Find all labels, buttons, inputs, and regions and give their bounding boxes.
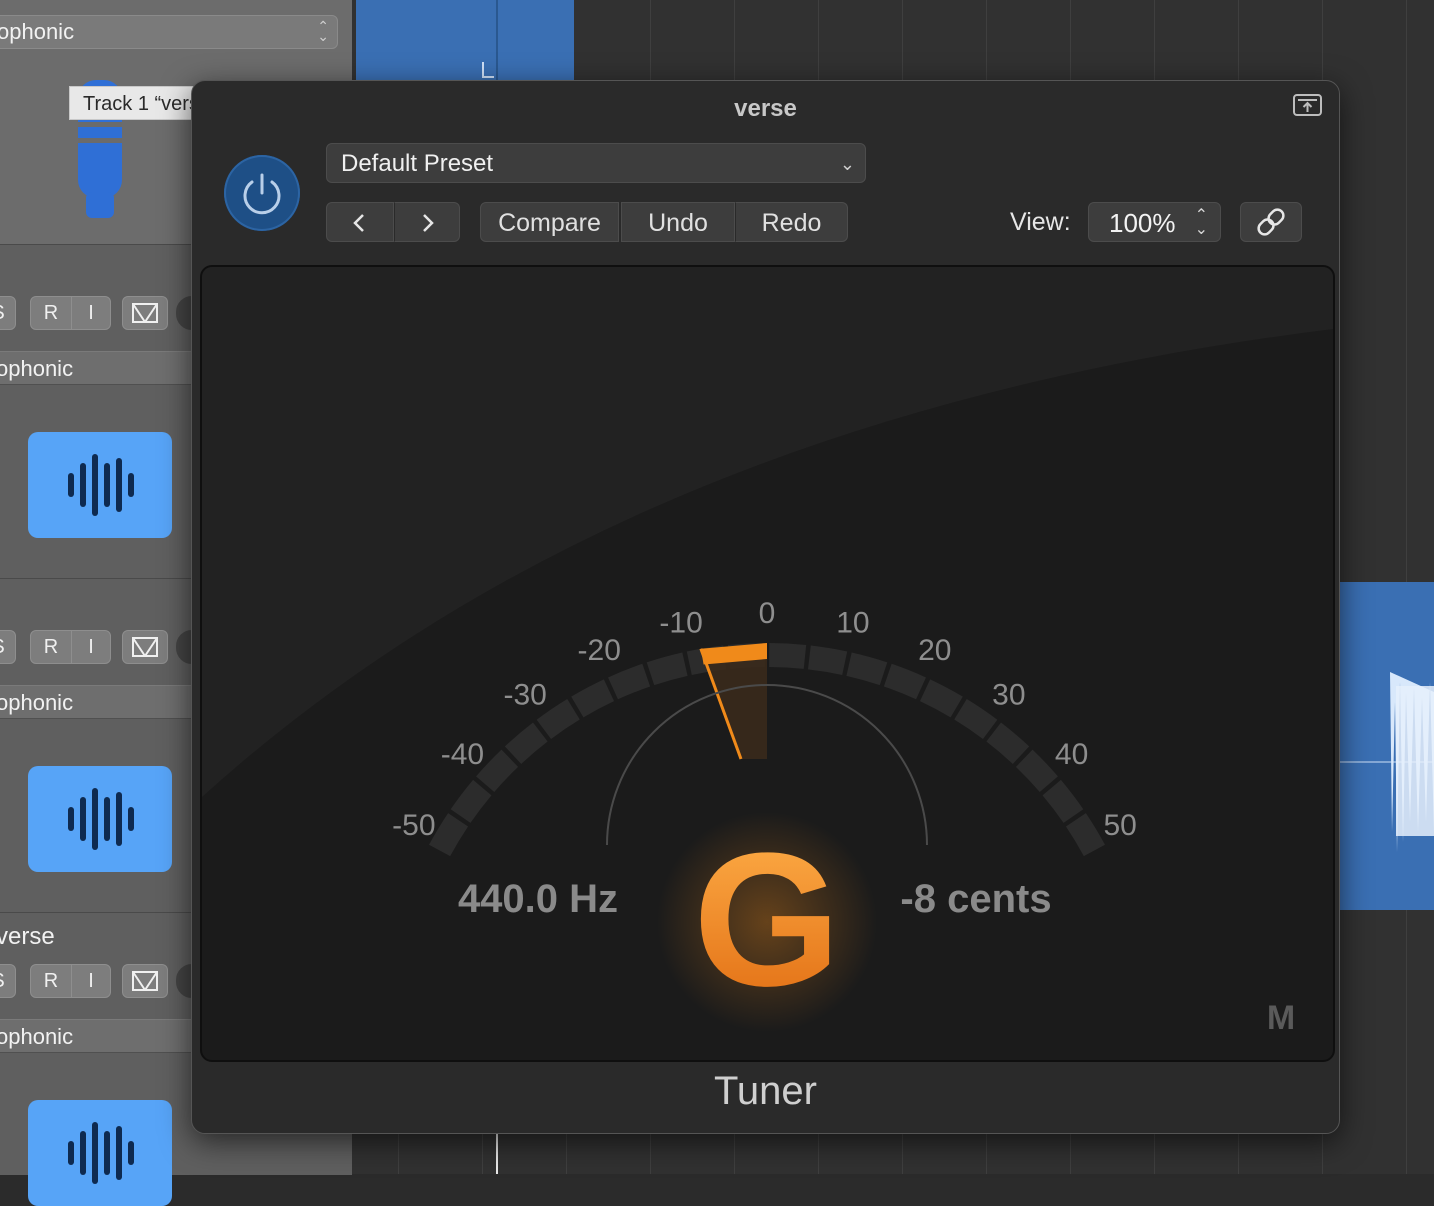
cents-readout: -8 cents	[900, 877, 1051, 921]
scale-segment	[571, 679, 614, 717]
scale-label: 20	[918, 634, 951, 667]
scale-segment	[846, 652, 887, 685]
record-enable-button[interactable]: R	[30, 630, 72, 664]
needle	[701, 643, 767, 759]
previous-preset-button[interactable]	[326, 202, 394, 242]
region-loop-marker	[482, 62, 494, 78]
input-monitor-button[interactable]: I	[71, 630, 111, 664]
scale-segment	[451, 780, 492, 823]
audio-region[interactable]	[1340, 582, 1434, 910]
scale-segment	[769, 643, 806, 669]
freeze-button[interactable]	[122, 964, 168, 998]
mode-badge[interactable]: M	[1267, 999, 1295, 1037]
view-zoom-value: 100%	[1109, 208, 1176, 238]
track-name[interactable]: verse	[0, 923, 55, 951]
scale-label: -10	[659, 606, 702, 639]
waveform-graphic	[1340, 582, 1434, 910]
scale-segment	[954, 699, 997, 739]
scale-label: -50	[392, 809, 435, 842]
audio-region[interactable]	[498, 0, 574, 80]
instrument-label: ophonic	[0, 19, 74, 45]
scale-label: -40	[441, 738, 484, 771]
waveform-icon	[68, 1122, 134, 1184]
audio-region[interactable]	[356, 0, 498, 80]
compare-button[interactable]: Compare	[480, 202, 619, 242]
redo-button[interactable]: Redo	[735, 202, 848, 242]
undo-button[interactable]: Undo	[621, 202, 735, 242]
scale-label: 30	[992, 678, 1025, 711]
scale-segment	[1016, 750, 1058, 792]
scale-label: -30	[503, 678, 546, 711]
link-button[interactable]	[1240, 202, 1302, 242]
instrument-plugin-tile[interactable]	[28, 766, 172, 872]
scale-segment	[1066, 813, 1105, 856]
expand-window-icon[interactable]	[1293, 94, 1322, 116]
freeze-button[interactable]	[122, 630, 168, 664]
freeze-icon	[130, 302, 160, 324]
preset-menu[interactable]: Default Preset ⌄	[326, 143, 866, 183]
solo-button[interactable]: S	[0, 964, 16, 998]
chevron-down-icon: ⌄	[840, 144, 855, 184]
frequency-readout: 440.0 Hz	[458, 877, 618, 921]
solo-button[interactable]: S	[0, 630, 16, 664]
preset-label: Default Preset	[341, 150, 493, 177]
scale-label: 0	[759, 597, 776, 630]
power-button[interactable]	[224, 155, 300, 231]
scale-segment	[884, 664, 926, 700]
next-preset-button[interactable]	[394, 202, 460, 242]
instrument-label: ophonic	[0, 356, 73, 382]
freeze-icon	[130, 970, 160, 992]
tuner-display: -50 -40 -30 -20 -10 0 10 20 30 40 50 G 440.0 Hz -8…	[200, 265, 1335, 1062]
chevron-left-icon	[345, 208, 375, 238]
instrument-label: ophonic	[0, 1024, 73, 1050]
view-zoom-select[interactable]: 100% ⌃⌄	[1088, 202, 1221, 242]
input-monitor-button[interactable]: I	[71, 296, 111, 330]
chevron-right-icon	[412, 208, 442, 238]
scale-segment	[505, 723, 548, 764]
instrument-plugin-tile[interactable]	[28, 1100, 172, 1206]
freeze-button[interactable]	[122, 296, 168, 330]
freeze-icon	[130, 636, 160, 658]
scale-label: 50	[1103, 809, 1136, 842]
waveform-icon	[68, 454, 134, 516]
stepper-icon: ⌃⌄	[1195, 203, 1208, 237]
link-icon	[1241, 203, 1301, 241]
stepper-icon: ⌃⌄	[317, 21, 329, 41]
playhead[interactable]	[496, 1130, 498, 1174]
plugin-window[interactable]: verse Default Preset ⌄ Compare Undo Redo…	[191, 80, 1340, 1134]
backdrop-arc	[202, 267, 1333, 797]
record-enable-button[interactable]: R	[30, 964, 72, 998]
instrument-popup[interactable]: ophonic ⌃⌄	[0, 15, 338, 49]
scale-segment	[647, 652, 688, 685]
scale-segment	[920, 679, 963, 717]
scale-label: 10	[836, 606, 869, 639]
instrument-label: ophonic	[0, 690, 73, 716]
plugin-name: Tuner	[192, 1069, 1339, 1114]
view-label: View:	[1010, 202, 1071, 242]
scale-label: -20	[578, 634, 621, 667]
scale-label: 40	[1055, 738, 1088, 771]
instrument-plugin-tile[interactable]	[28, 432, 172, 538]
window-title: verse	[192, 95, 1339, 123]
scale-segment	[1043, 780, 1084, 823]
detected-note: G	[693, 814, 841, 1026]
waveform-icon	[68, 788, 134, 850]
scale-segment	[808, 646, 847, 675]
scale-segment	[986, 723, 1029, 764]
scale-segment	[608, 664, 650, 700]
record-enable-button[interactable]: R	[30, 296, 72, 330]
input-monitor-button[interactable]: I	[71, 964, 111, 998]
tuner-graphic: -50 -40 -30 -20 -10 0 10 20 30 40 50 G 440.0 Hz -8…	[202, 267, 1333, 1060]
solo-button[interactable]: S	[0, 296, 16, 330]
power-icon	[224, 155, 300, 231]
